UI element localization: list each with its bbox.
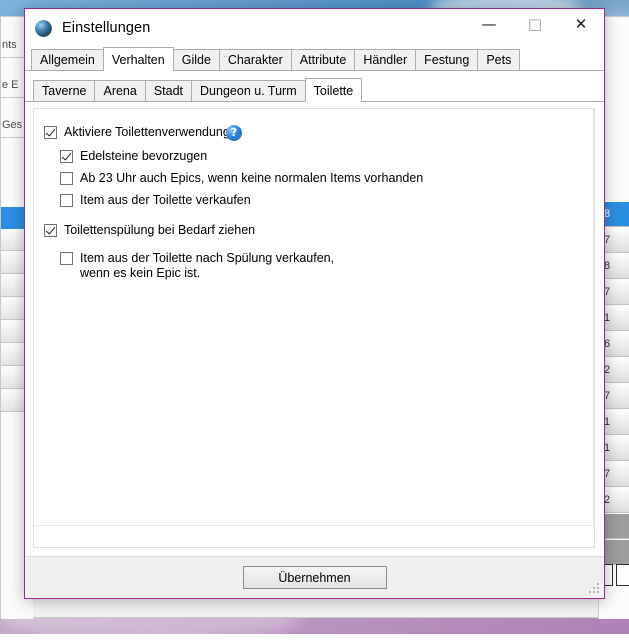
- tab-allgemein[interactable]: Allgemein: [31, 49, 104, 70]
- tab-festung[interactable]: Festung: [415, 49, 478, 70]
- option-row-ab-23-uhr-auch-epics[interactable]: Ab 23 Uhr auch Epics, wenn keine normale…: [60, 171, 423, 186]
- option-row-item-aus-toilette-verkaufen[interactable]: Item aus der Toilette verkaufen: [60, 193, 251, 208]
- checkbox-edelsteine-bevorzugen[interactable]: [60, 150, 73, 163]
- globe-icon: [35, 20, 52, 37]
- options-group: Aktiviere Toilettenverwendung? Edelsteine…: [34, 109, 594, 526]
- window-title: Einstellungen: [62, 20, 150, 36]
- label-toilettenspuelung-bei-bedarf-ziehen: Toilettenspülung bei Bedarf ziehen: [64, 223, 255, 238]
- title-bar[interactable]: Einstellungen — □ ✕: [25, 9, 604, 47]
- background-text-fragment: nts: [2, 39, 17, 51]
- apply-button[interactable]: Übernehmen: [243, 566, 387, 589]
- tab-verhalten[interactable]: Verhalten: [103, 47, 174, 71]
- maximize-button[interactable]: □: [512, 9, 558, 39]
- checkbox-ab-23-uhr-auch-epics[interactable]: [60, 172, 73, 185]
- tab-content-toilette: Aktiviere Toilettenverwendung? Edelsteine…: [25, 102, 604, 556]
- tab-attribute[interactable]: Attribute: [291, 49, 356, 70]
- options-panel: Aktiviere Toilettenverwendung? Edelsteine…: [33, 108, 595, 548]
- primary-tab-bar[interactable]: AllgemeinVerhaltenGildeCharakterAttribut…: [25, 47, 604, 71]
- subtab-toilette[interactable]: Toilette: [305, 78, 363, 102]
- tab-charakter[interactable]: Charakter: [219, 49, 292, 70]
- secondary-tab-bar[interactable]: TaverneArenaStadtDungeon u. TurmToilette: [25, 78, 604, 102]
- checkbox-item-nach-spuelung-verkaufen[interactable]: [60, 252, 73, 265]
- tab-pets[interactable]: Pets: [477, 49, 520, 70]
- tab-h-ndler[interactable]: Händler: [354, 49, 416, 70]
- minimize-icon: —: [482, 17, 497, 32]
- option-row-edelsteine-bevorzugen[interactable]: Edelsteine bevorzugen: [60, 149, 207, 164]
- label-aktiviere-toilettenverwendung: Aktiviere Toilettenverwendung: [64, 125, 230, 140]
- option-row-aktiviere-toilettenverwendung[interactable]: Aktiviere Toilettenverwendung: [44, 125, 230, 140]
- close-button[interactable]: ✕: [558, 9, 604, 39]
- maximize-icon: □: [528, 17, 542, 32]
- subtab-stadt[interactable]: Stadt: [145, 80, 192, 101]
- label-ab-23-uhr-auch-epics: Ab 23 Uhr auch Epics, wenn keine normale…: [80, 171, 423, 186]
- label-item-nach-spuelung-verkaufen: Item aus der Toilette nach Spülung verka…: [80, 251, 334, 281]
- subtab-dungeon-u-turm[interactable]: Dungeon u. Turm: [191, 80, 306, 101]
- checkbox-aktiviere-toilettenverwendung[interactable]: [44, 126, 57, 139]
- option-row-toilettenspuelung-bei-bedarf-ziehen[interactable]: Toilettenspülung bei Bedarf ziehen: [44, 223, 255, 238]
- tab-gilde[interactable]: Gilde: [173, 49, 220, 70]
- background-text-fragment: e E: [2, 79, 19, 91]
- background-text-fragment: Ges: [2, 119, 22, 131]
- resize-grip[interactable]: [588, 583, 600, 595]
- label-edelsteine-bevorzugen: Edelsteine bevorzugen: [80, 149, 207, 164]
- checkbox-toilettenspuelung-bei-bedarf-ziehen[interactable]: [44, 224, 57, 237]
- subtab-taverne[interactable]: Taverne: [33, 80, 95, 101]
- option-row-item-nach-spuelung-verkaufen[interactable]: Item aus der Toilette nach Spülung verka…: [60, 251, 334, 281]
- settings-dialog: Einstellungen — □ ✕ AllgemeinVerhaltenGi…: [24, 8, 605, 599]
- label-item-aus-toilette-verkaufen: Item aus der Toilette verkaufen: [80, 193, 251, 208]
- subtab-arena[interactable]: Arena: [94, 80, 145, 101]
- dialog-footer: Übernehmen: [25, 556, 604, 598]
- close-icon: ✕: [575, 17, 588, 32]
- background-button[interactable]: [616, 564, 629, 586]
- checkbox-item-aus-toilette-verkaufen[interactable]: [60, 194, 73, 207]
- minimize-button[interactable]: —: [466, 9, 512, 39]
- help-icon[interactable]: ?: [226, 125, 242, 141]
